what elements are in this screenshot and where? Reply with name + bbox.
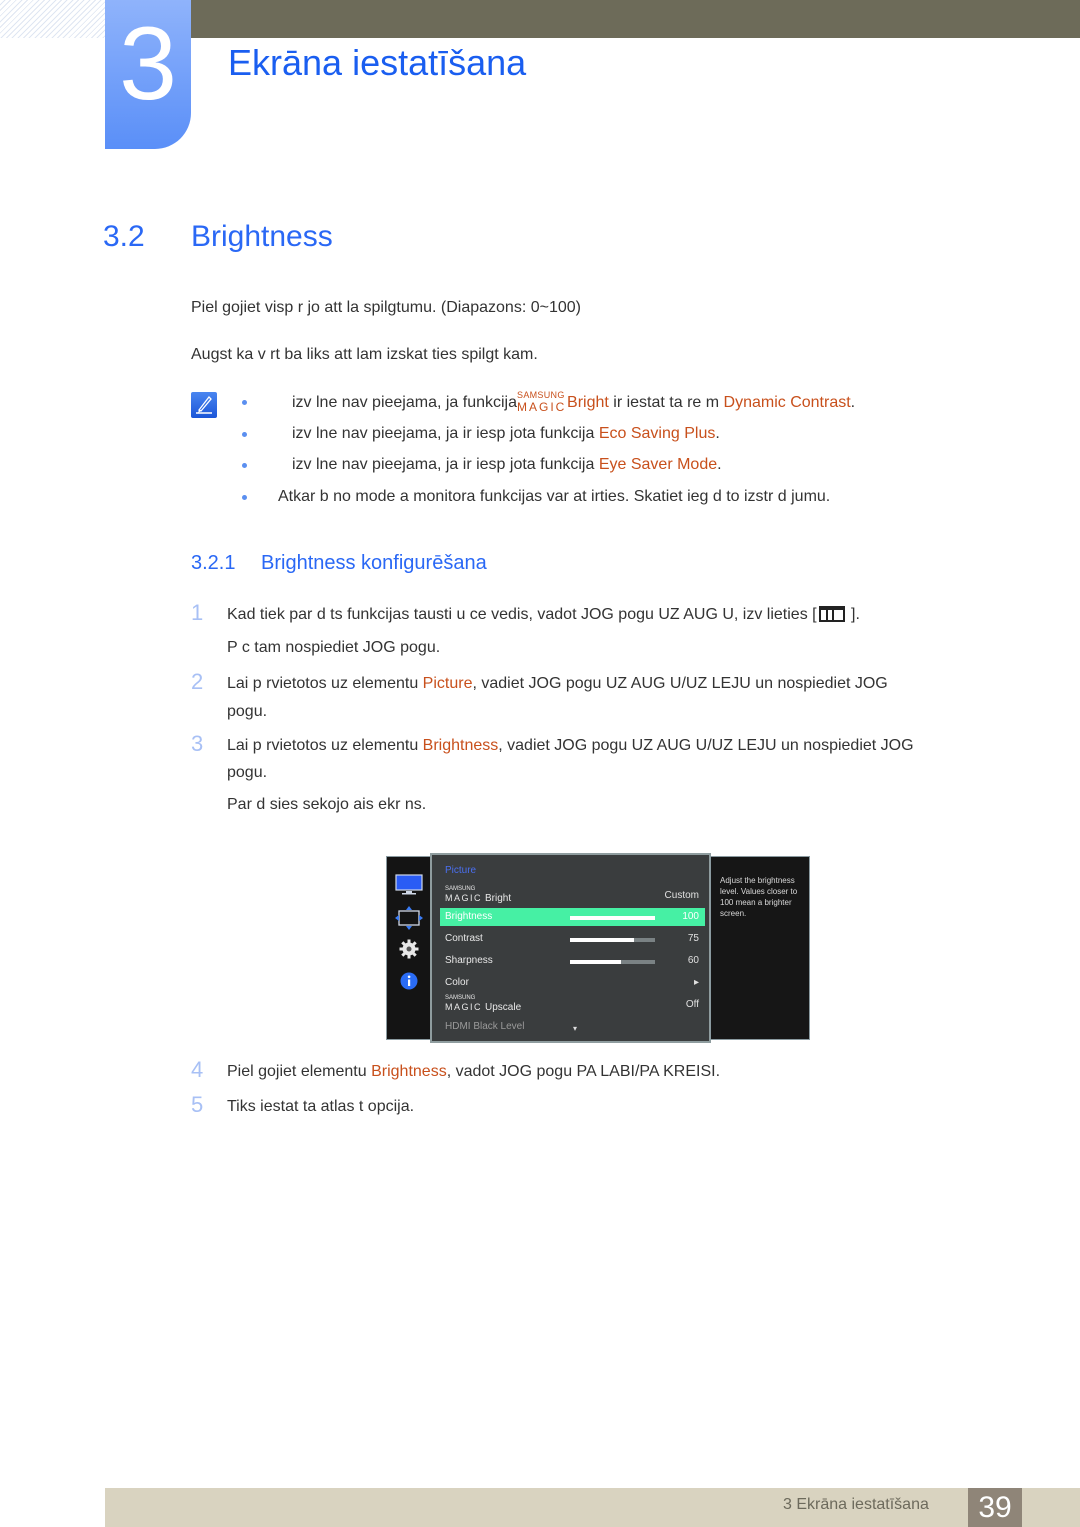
osd-icon-column	[386, 856, 432, 1040]
step-number: 3	[191, 731, 204, 756]
osd-menu-row[interactable]: SAMSUNG MAGIC Bright Custom	[440, 886, 705, 905]
note-item: izv lne nav pieejama, ja ir iesp jota fu…	[242, 456, 722, 474]
monitor-icon[interactable]	[395, 874, 423, 901]
bullet-icon	[242, 400, 247, 405]
osd-row-label: Contrast	[445, 933, 483, 944]
osd-picture-menu: Picture SAMSUNG MAGIC Bright Custom Brightne…	[430, 853, 711, 1043]
step-text: Lai p rvietotos uz elementu Brightness, …	[227, 737, 914, 754]
osd-row-label: SAMSUNG MAGIC Upscale	[445, 995, 522, 1013]
osd-row-label: HDMI Black Level	[445, 1021, 525, 1032]
osd-row-label: Color	[445, 977, 469, 988]
note-item: izv lne nav pieejama, ja ir iesp jota fu…	[242, 425, 720, 443]
header-bar	[190, 0, 1080, 38]
step-text: Par d sies sekojo ais ekr ns.	[227, 796, 427, 813]
samsung-magic-logo: SAMSUNG MAGIC	[445, 886, 483, 903]
gear-icon[interactable]	[399, 939, 419, 964]
osd-menu-row[interactable]: HDMI Black Level ▾	[440, 1018, 705, 1036]
footer-bar	[105, 1488, 1080, 1527]
step-text: Kad tiek par d ts funkcijas tausti u ce …	[227, 606, 860, 623]
subsection-title: Brightness konfigurēšana	[261, 552, 487, 574]
intro-paragraph: Augst ka v rt ba liks att lam izskat tie…	[191, 346, 538, 363]
page-number: 39	[978, 1491, 1012, 1524]
intro-paragraph: Piel gojiet visp r jo att la spilgtumu. …	[191, 299, 581, 316]
osd-row-value: 75	[687, 933, 699, 944]
osd-help-panel: Adjust the brightness level. Values clos…	[710, 856, 810, 1040]
osd-row-label: Sharpness	[445, 955, 493, 966]
step-number: 5	[191, 1092, 204, 1117]
step-text: pogu.	[227, 703, 268, 720]
osd-row-value: Off	[685, 999, 699, 1010]
resize-icon[interactable]	[395, 906, 423, 935]
chapter-number: 3	[119, 6, 177, 122]
info-icon[interactable]	[400, 972, 418, 995]
subsection-number: 3.2.1	[191, 552, 236, 574]
page-number-box: 39	[968, 1488, 1022, 1527]
step-number: 2	[191, 669, 204, 694]
link-brightness[interactable]: Brightness	[371, 1063, 447, 1080]
osd-level-slider[interactable]	[570, 938, 655, 942]
step-number: 4	[191, 1057, 204, 1082]
samsung-magic-logo: SAMSUNG MAGIC	[517, 390, 567, 414]
osd-level-fill	[570, 916, 655, 920]
osd-row-value: 60	[687, 955, 699, 966]
chapter-badge: 3	[105, 0, 191, 149]
note-item: Atkar b no mode a monitora funkcijas var…	[242, 488, 830, 506]
osd-row-value: ▾	[572, 1024, 577, 1033]
footer-chapter-label: 3 Ekrāna iestatīšana	[783, 1496, 929, 1513]
note-item: izv lne nav pieejama, ja funkcija SAMSUNG…	[242, 390, 855, 414]
osd-row-label: Brightness	[445, 911, 493, 922]
bullet-icon	[242, 495, 247, 500]
link-eco-saving-plus[interactable]: Eco Saving Plus	[599, 425, 716, 442]
bullet-icon	[242, 432, 247, 437]
samsung-magic-logo: SAMSUNG MAGIC	[445, 995, 483, 1012]
osd-help-text: Adjust the brightness level. Values clos…	[720, 876, 798, 918]
osd-menu-header: Picture	[445, 865, 477, 876]
section-number: 3.2	[103, 220, 145, 253]
link-magic-bright[interactable]: Bright	[567, 394, 609, 411]
osd-level-fill	[570, 938, 634, 942]
step-text: Tiks iestat ta atlas t opcija.	[227, 1098, 415, 1115]
bullet-icon	[242, 463, 247, 468]
osd-level-slider[interactable]	[570, 960, 655, 964]
link-brightness[interactable]: Brightness	[423, 737, 499, 754]
note-pencil-icon	[191, 392, 217, 418]
link-dynamic-contrast[interactable]: Dynamic Contrast	[724, 394, 851, 411]
osd-level-fill	[570, 960, 621, 964]
osd-menu-row[interactable]: Brightness 100	[440, 908, 705, 926]
step-number: 1	[191, 600, 204, 625]
osd-menu-row[interactable]: Color ▸	[440, 974, 705, 992]
osd-level-slider[interactable]	[570, 916, 655, 920]
osd-row-label: SAMSUNG MAGIC Bright	[445, 886, 512, 904]
section-title: Brightness	[191, 220, 333, 253]
osd-row-value: ▸	[693, 977, 699, 988]
osd-menu-row[interactable]: Contrast 75	[440, 930, 705, 948]
osd-row-value: 100	[682, 911, 699, 922]
link-eye-saver-mode[interactable]: Eye Saver Mode	[599, 456, 717, 473]
link-picture[interactable]: Picture	[423, 675, 473, 692]
header-hatch-decoration	[0, 0, 105, 38]
menu-icon	[818, 606, 845, 622]
chapter-title: Ekrāna iestatīšana	[228, 42, 527, 83]
step-text: Piel gojiet elementu Brightness, vadot J…	[227, 1063, 721, 1080]
osd-menu-row[interactable]: Sharpness 60	[440, 952, 705, 970]
osd-menu-row[interactable]: SAMSUNG MAGIC Upscale Off	[440, 995, 705, 1014]
step-text: P c tam nospiediet JOG pogu.	[227, 639, 441, 656]
step-text: pogu.	[227, 764, 268, 781]
osd-row-value: Custom	[664, 890, 699, 901]
step-text: Lai p rvietotos uz elementu Picture, vad…	[227, 675, 888, 692]
